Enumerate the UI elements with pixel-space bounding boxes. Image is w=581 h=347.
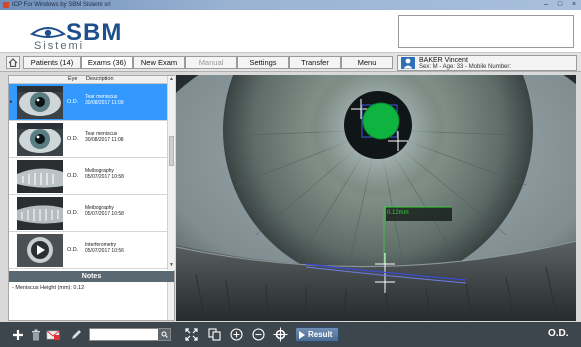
notes-area[interactable]: - Meniscus Height (mm): 0.12	[9, 282, 174, 320]
exam-eye: O.D.	[67, 247, 79, 253]
plus-icon	[12, 329, 23, 340]
zoom-out-icon	[252, 328, 265, 341]
copy-button[interactable]	[207, 327, 222, 342]
pupil-marker[interactable]	[362, 102, 400, 140]
exam-row[interactable]: O.D. Interferometry 05/07/2017 10:56	[9, 232, 167, 269]
delete-button[interactable]	[28, 327, 43, 342]
exam-date: 05/07/2017 10:58	[85, 210, 124, 217]
tab-patients[interactable]: Patients (14)	[23, 56, 81, 69]
exam-description: Tear meniscus 30/08/2017 11:09	[85, 94, 124, 106]
header-info-box	[398, 15, 574, 48]
measurement-overlay[interactable]: 0.12mm	[176, 75, 576, 321]
tab-new-exam[interactable]: New Exam	[133, 56, 185, 69]
home-button[interactable]	[6, 56, 20, 69]
search-icon	[161, 331, 168, 338]
scroll-up-arrow-icon[interactable]: ▲	[168, 76, 175, 83]
window-title: ICP For Windows by SBM Sistemi srl	[12, 2, 111, 8]
zoom-in-button[interactable]	[229, 327, 244, 342]
meniscus-lower-line[interactable]	[305, 266, 467, 284]
edit-button[interactable]	[68, 327, 83, 342]
maximize-button[interactable]: □	[554, 1, 566, 9]
fullscreen-button[interactable]	[184, 327, 199, 342]
list-vertical-scrollbar[interactable]: ▲ ▼	[167, 76, 175, 270]
envelope-icon	[46, 330, 60, 340]
exam-description: Tear meniscus 30/08/2017 11:08	[85, 131, 124, 143]
exam-list-header: Eye Description	[9, 76, 167, 84]
bottom-toolbar: Result O.D.	[0, 322, 581, 347]
exam-thumbnail	[17, 234, 63, 267]
exam-list-panel: Eye Description ▸ O.D. Tear meniscus 30/…	[8, 75, 175, 321]
title-bar: ICP For Windows by SBM Sistemi srl – □ ×	[0, 0, 581, 10]
zoom-in-icon	[230, 328, 243, 341]
current-row-marker: ▸	[10, 99, 13, 105]
email-button[interactable]	[46, 327, 61, 342]
fullscreen-icon	[185, 328, 198, 341]
patient-summary[interactable]: BAKER Vincent Sex: M - Age: 33 - Mobile …	[397, 55, 577, 71]
scroll-down-arrow-icon[interactable]: ▼	[168, 262, 175, 269]
exam-description: Meibography 05/07/2017 10:58	[85, 168, 124, 180]
tab-menu[interactable]: Menu	[341, 56, 393, 69]
exam-eye: O.D.	[67, 99, 79, 105]
home-icon	[8, 58, 18, 67]
patient-details: Sex: M - Age: 33 - Mobile Number:	[419, 64, 512, 70]
play-icon	[299, 331, 305, 339]
eye-logo-icon	[30, 27, 66, 38]
app-icon	[3, 2, 9, 8]
eye-side-label: O.D.	[548, 328, 569, 339]
exam-description: Interferometry 05/07/2017 10:56	[85, 242, 124, 254]
exam-row[interactable]: ▸ O.D. Tear meniscus 30/08/2017 11:09	[9, 84, 167, 121]
patient-name: BAKER Vincent	[419, 57, 468, 64]
nav-bar: Patients (14) Exams (36) New Exam Manual…	[0, 52, 581, 72]
search-box[interactable]	[89, 328, 171, 341]
exam-date: 05/07/2017 10:56	[85, 247, 124, 254]
tab-manual[interactable]: Manual	[185, 56, 237, 69]
measure-tool-button[interactable]	[273, 327, 288, 342]
tab-exams[interactable]: Exams (36)	[81, 56, 133, 69]
result-button[interactable]: Result	[295, 327, 339, 342]
exam-thumbnail	[17, 197, 63, 230]
trash-icon	[31, 329, 40, 340]
exam-row[interactable]: O.D. Meibography 05/07/2017 10:58	[9, 195, 167, 232]
notes-header: Notes	[9, 271, 174, 282]
column-eye[interactable]: Eye	[68, 76, 77, 83]
notes-text: - Meniscus Height (mm): 0.12	[12, 285, 85, 291]
logo-subtitle: Sistemi	[34, 40, 85, 52]
notes-scrollbar[interactable]	[167, 282, 174, 320]
pencil-icon	[71, 329, 81, 339]
crosshair-icon	[273, 327, 288, 342]
tab-transfer[interactable]: Transfer	[289, 56, 341, 69]
exam-date: 30/08/2017 11:08	[85, 136, 124, 143]
add-button[interactable]	[10, 327, 25, 342]
scrollbar-thumb[interactable]	[169, 136, 174, 166]
exam-eye: O.D.	[67, 136, 79, 142]
exam-date: 30/08/2017 11:09	[85, 99, 124, 106]
exam-thumbnail	[17, 160, 63, 193]
exam-eye: O.D.	[67, 173, 79, 179]
copy-icon	[208, 328, 221, 341]
exam-thumbnail	[17, 86, 63, 119]
meniscus-upper-line[interactable]	[305, 263, 467, 281]
tab-settings[interactable]: Settings	[237, 56, 289, 69]
search-button[interactable]	[158, 329, 170, 340]
meniscus-measurement-label: 0.12mm	[387, 210, 409, 216]
exam-list: ▸ O.D. Tear meniscus 30/08/2017 11:09 O.…	[9, 84, 167, 270]
exam-eye: O.D.	[67, 210, 79, 216]
exam-date: 05/07/2017 10:58	[85, 173, 124, 180]
result-label: Result	[308, 330, 333, 339]
exam-row[interactable]: O.D. Meibography 05/07/2017 10:58	[9, 158, 167, 195]
app-header: SBM Sistemi	[0, 10, 581, 52]
close-button[interactable]: ×	[568, 1, 580, 9]
column-description[interactable]: Description	[86, 76, 114, 83]
exam-image-viewer[interactable]: 0.12mm	[176, 75, 576, 321]
exam-thumbnail	[17, 123, 63, 156]
user-icon	[401, 57, 415, 69]
zoom-out-button[interactable]	[251, 327, 266, 342]
search-input[interactable]	[92, 330, 156, 340]
exam-description: Meibography 05/07/2017 10:58	[85, 205, 124, 217]
minimize-button[interactable]: –	[540, 1, 552, 9]
exam-row[interactable]: O.D. Tear meniscus 30/08/2017 11:08	[9, 121, 167, 158]
